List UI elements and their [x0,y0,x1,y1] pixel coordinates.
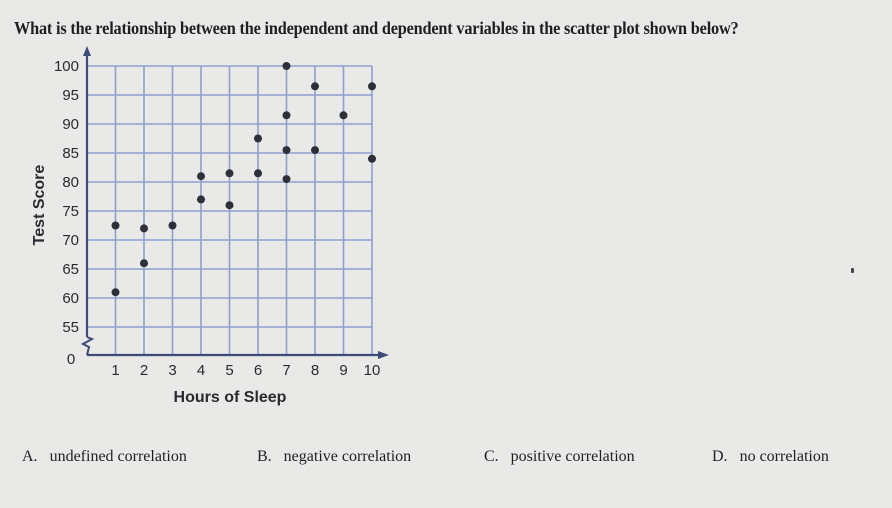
y-axis-arrow [83,46,91,56]
choice-a[interactable]: A. undefined correlation [22,448,187,466]
x-tick-label: 3 [168,362,176,379]
data-point [111,288,120,297]
data-point [282,175,291,184]
y-tick-label: 80 [62,174,79,191]
choice-letter: B. [257,448,272,465]
data-point [368,82,376,91]
data-point [368,154,376,163]
choice-text: negative correlation [283,448,412,465]
x-tick-label: 0 [67,351,75,368]
y-tick-label: 75 [62,203,79,220]
x-tick-label: 6 [254,362,262,379]
data-point [225,169,234,178]
x-tick-label: 5 [225,362,233,379]
data-point [168,221,177,230]
x-axis-title: Hours of Sleep [174,389,287,406]
scatter-plot: 100 95 90 85 80 75 70 65 60 55 0 1 2 3 4 5 6 7 8 9 10 Hours… [31,46,389,406]
choice-text: undefined correlation [49,448,187,465]
choice-d[interactable]: D. no correlation [712,448,829,466]
choice-c[interactable]: C. positive correlation [484,448,635,466]
choice-text: positive correlation [510,448,635,465]
y-tick-label: 65 [62,261,79,278]
x-tick-label: 2 [140,362,148,379]
y-tick-label: 85 [62,145,79,162]
x-tick-label: 1 [111,362,119,379]
data-point [225,201,234,210]
x-axis-arrow [378,351,389,359]
data-point [311,82,319,91]
x-tick-label: 10 [364,362,381,379]
data-point [282,111,291,120]
data-point [311,146,319,155]
data-point [140,259,148,268]
answer-choices: A. undefined correlation B. negative corre… [0,448,892,472]
x-tick-label: 9 [339,362,347,379]
data-point [339,111,348,120]
y-tick-label: 55 [62,319,79,336]
y-tick-label: 100 [54,58,79,75]
x-tick-label: 8 [311,362,319,379]
data-point [197,172,205,181]
choice-b[interactable]: B. negative correlation [257,448,411,466]
data-point [282,146,291,155]
data-points [111,62,376,297]
axis-break [80,336,95,356]
choice-letter: A. [22,448,38,465]
data-point [111,221,120,230]
y-tick-label: 60 [62,290,79,307]
choice-letter: C. [484,448,499,465]
data-point [254,134,262,143]
x-tick-label: 7 [282,362,290,379]
image-speck [851,268,854,273]
y-tick-labels: 100 95 90 85 80 75 70 65 60 55 [54,58,79,336]
y-tick-label: 95 [62,87,79,104]
choice-letter: D. [712,448,728,465]
y-tick-label: 90 [62,116,79,133]
data-point [197,195,205,204]
y-tick-label: 70 [62,232,79,249]
grid [87,65,373,355]
choice-text: no correlation [739,448,829,465]
data-point [282,62,291,70]
y-axis-title: Test Score [31,165,48,246]
data-point [254,169,262,178]
data-point [140,224,148,233]
x-tick-label: 4 [197,362,205,379]
